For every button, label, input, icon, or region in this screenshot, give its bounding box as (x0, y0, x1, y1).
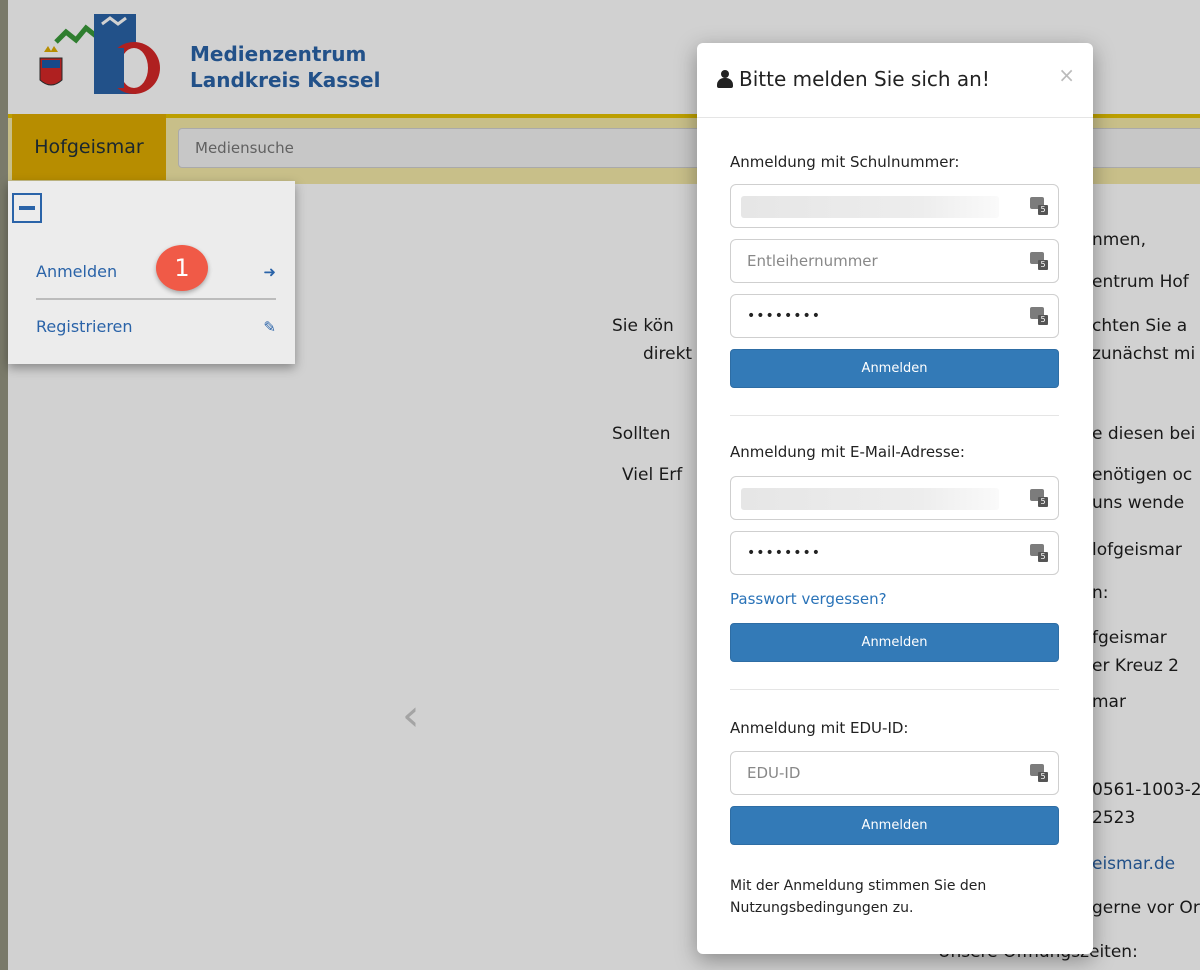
menu-item-registrieren[interactable]: Registrieren ✎ (36, 312, 276, 342)
school-login-label: Anmeldung mit Schulnummer: (730, 153, 960, 171)
keyboard-number-icon: 5 (1030, 764, 1048, 782)
edit-icon: ✎ (263, 318, 276, 336)
menu-item-label: Anmelden (36, 262, 118, 281)
school-login-button[interactable]: Anmelden (730, 349, 1059, 388)
email-login-button[interactable]: Anmelden (730, 623, 1059, 662)
edu-login-label: Anmeldung mit EDU-ID: (730, 719, 909, 737)
password-mask: •••••••• (747, 308, 822, 324)
menu-item-label: Registrieren (36, 317, 133, 336)
user-menu-dropdown: Anmelden ➜ Registrieren ✎ (8, 181, 295, 364)
keyboard-number-icon: 5 (1030, 197, 1048, 215)
section-divider (730, 415, 1059, 416)
edu-id-input[interactable] (731, 752, 1011, 794)
modal-title-text: Bitte melden Sie sich an! (739, 67, 990, 91)
terms-notice: Mit der Anmeldung stimmen Sie den Nutzun… (730, 878, 987, 916)
modal-header: Bitte melden Sie sich an! × (697, 43, 1093, 118)
keyboard-number-icon: 5 (1030, 544, 1048, 562)
menu-divider (36, 298, 276, 300)
email-login-label: Anmeldung mit E-Mail-Adresse: (730, 443, 965, 461)
redacted-value (741, 196, 999, 218)
left-edge (0, 0, 8, 970)
close-button[interactable]: × (1058, 63, 1075, 87)
keyboard-number-icon: 5 (1030, 307, 1048, 325)
collapse-menu-icon[interactable] (12, 193, 42, 223)
email-password-field[interactable]: •••••••• 5 (730, 531, 1059, 575)
step-badge: 1 (156, 245, 208, 291)
user-icon (717, 70, 733, 88)
borrower-number-input[interactable] (731, 240, 1011, 282)
redacted-value (741, 488, 999, 510)
email-field[interactable]: 5 (730, 476, 1059, 520)
keyboard-number-icon: 5 (1030, 252, 1048, 270)
modal-title: Bitte melden Sie sich an! (717, 67, 990, 91)
edu-id-field[interactable]: 5 (730, 751, 1059, 795)
school-number-field[interactable]: 5 (730, 184, 1059, 228)
school-password-field[interactable]: •••••••• 5 (730, 294, 1059, 338)
login-modal: Bitte melden Sie sich an! × Anmeldung mi… (697, 43, 1093, 954)
sign-in-icon: ➜ (263, 263, 276, 281)
section-divider (730, 689, 1059, 690)
password-mask: •••••••• (747, 545, 822, 561)
keyboard-number-icon: 5 (1030, 489, 1048, 507)
forgot-password-link[interactable]: Passwort vergessen? (730, 590, 887, 608)
borrower-number-field[interactable]: 5 (730, 239, 1059, 283)
edu-login-button[interactable]: Anmelden (730, 806, 1059, 845)
